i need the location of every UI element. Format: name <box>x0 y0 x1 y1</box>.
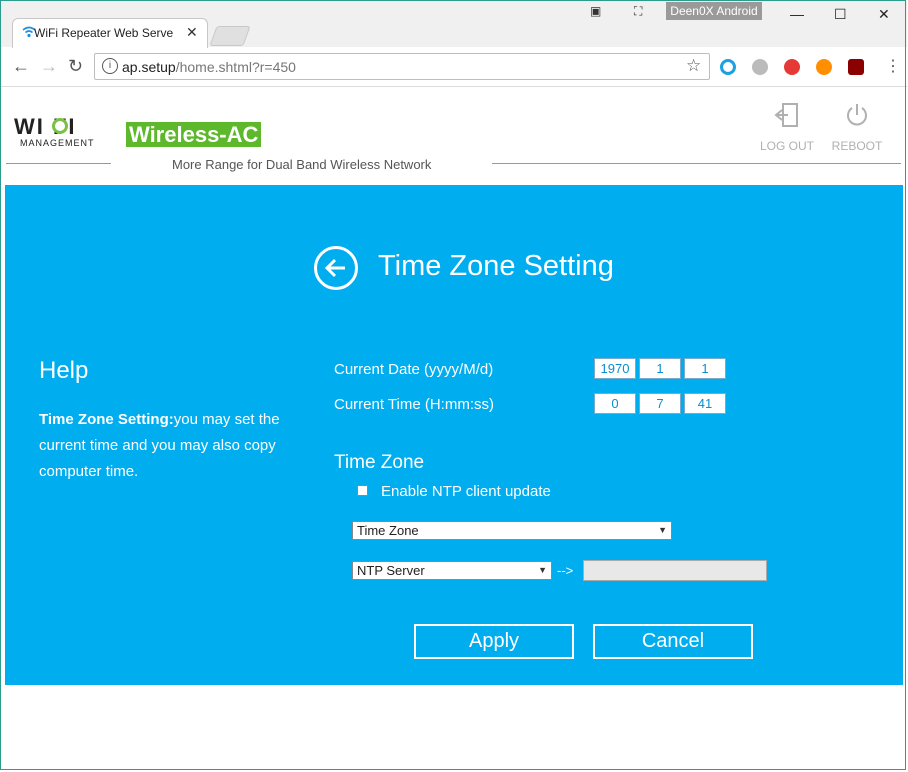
url-text: ap.setup/home.shtml?r=450 <box>122 59 296 75</box>
time-second-input[interactable]: 41 <box>684 393 726 414</box>
extension-3-icon[interactable] <box>784 59 800 75</box>
screenshot-icon[interactable]: ⛶ <box>634 4 642 19</box>
chevron-down-icon: ▼ <box>538 565 547 575</box>
apply-button[interactable]: Apply <box>414 624 574 659</box>
info-icon[interactable]: i <box>102 58 118 74</box>
current-date-label: Current Date (yyyy/M/d) <box>334 361 494 378</box>
logo-dot-icon <box>52 118 68 134</box>
maximize-icon[interactable]: ☐ <box>834 6 847 23</box>
chevron-down-icon: ▼ <box>658 525 667 535</box>
help-heading: Help <box>39 357 89 384</box>
power-icon <box>847 104 867 126</box>
header-subtitle: More Range for Dual Band Wireless Networ… <box>172 157 432 172</box>
extension-1-icon[interactable] <box>720 59 736 75</box>
current-time-label: Current Time (H:mm:ss) <box>334 396 495 413</box>
reload-icon[interactable]: ↻ <box>68 56 83 77</box>
date-day-input[interactable]: 1 <box>684 358 726 379</box>
header-divider-left <box>6 163 111 164</box>
close-window-icon[interactable]: ✕ <box>878 6 890 23</box>
tab-title: WiFi Repeater Web Serve <box>34 26 174 40</box>
time-hour-input[interactable]: 0 <box>594 393 636 414</box>
back-arrow-icon <box>324 258 345 278</box>
ntp-checkbox-label: Enable NTP client update <box>381 483 551 500</box>
reboot-button[interactable]: REBOOT <box>827 102 887 153</box>
header-divider-right <box>492 163 901 164</box>
brand-label: Wireless-AC <box>126 122 262 147</box>
logout-button[interactable]: LOG OUT <box>757 102 817 153</box>
help-text: Time Zone Setting:you may set the curren… <box>39 411 280 480</box>
timezone-select[interactable]: Time Zone ▼ <box>352 521 672 540</box>
time-minute-input[interactable]: 7 <box>639 393 681 414</box>
date-year-input[interactable]: 1970 <box>594 358 636 379</box>
new-tab-button[interactable] <box>209 26 251 46</box>
back-nav-icon[interactable]: ← <box>12 56 30 77</box>
ntp-server-select-value: NTP Server <box>357 563 425 578</box>
cast-icon[interactable]: ▣ <box>590 4 601 18</box>
extension-2-icon[interactable] <box>752 59 768 75</box>
minimize-icon[interactable]: — <box>790 6 804 22</box>
ntp-arrow-text: --> <box>557 563 574 578</box>
tab-close-icon[interactable]: ✕ <box>186 24 198 41</box>
page-title: Time Zone Setting <box>378 250 614 282</box>
profile-badge[interactable]: Deen0X Android <box>666 2 762 20</box>
timezone-select-value: Time Zone <box>357 523 419 538</box>
timezone-heading: Time Zone <box>334 452 425 473</box>
logo-subtitle: MANAGEMENT <box>20 138 95 148</box>
forward-nav-icon[interactable]: → <box>40 56 58 77</box>
date-month-input[interactable]: 1 <box>639 358 681 379</box>
logout-icon <box>774 103 798 127</box>
menu-icon[interactable]: ⋮ <box>885 56 901 76</box>
reboot-label: REBOOT <box>831 139 883 153</box>
logout-label: LOG OUT <box>759 139 814 153</box>
ublock-icon[interactable] <box>848 59 864 75</box>
ntp-server-select[interactable]: NTP Server ▼ <box>352 561 552 580</box>
extension-4-icon[interactable] <box>816 59 832 75</box>
bookmark-star-icon[interactable]: ☆ <box>686 56 701 76</box>
ntp-server-input[interactable] <box>583 560 767 581</box>
ntp-checkbox[interactable] <box>357 485 368 496</box>
cancel-button[interactable]: Cancel <box>593 624 753 659</box>
back-button[interactable] <box>314 246 358 290</box>
